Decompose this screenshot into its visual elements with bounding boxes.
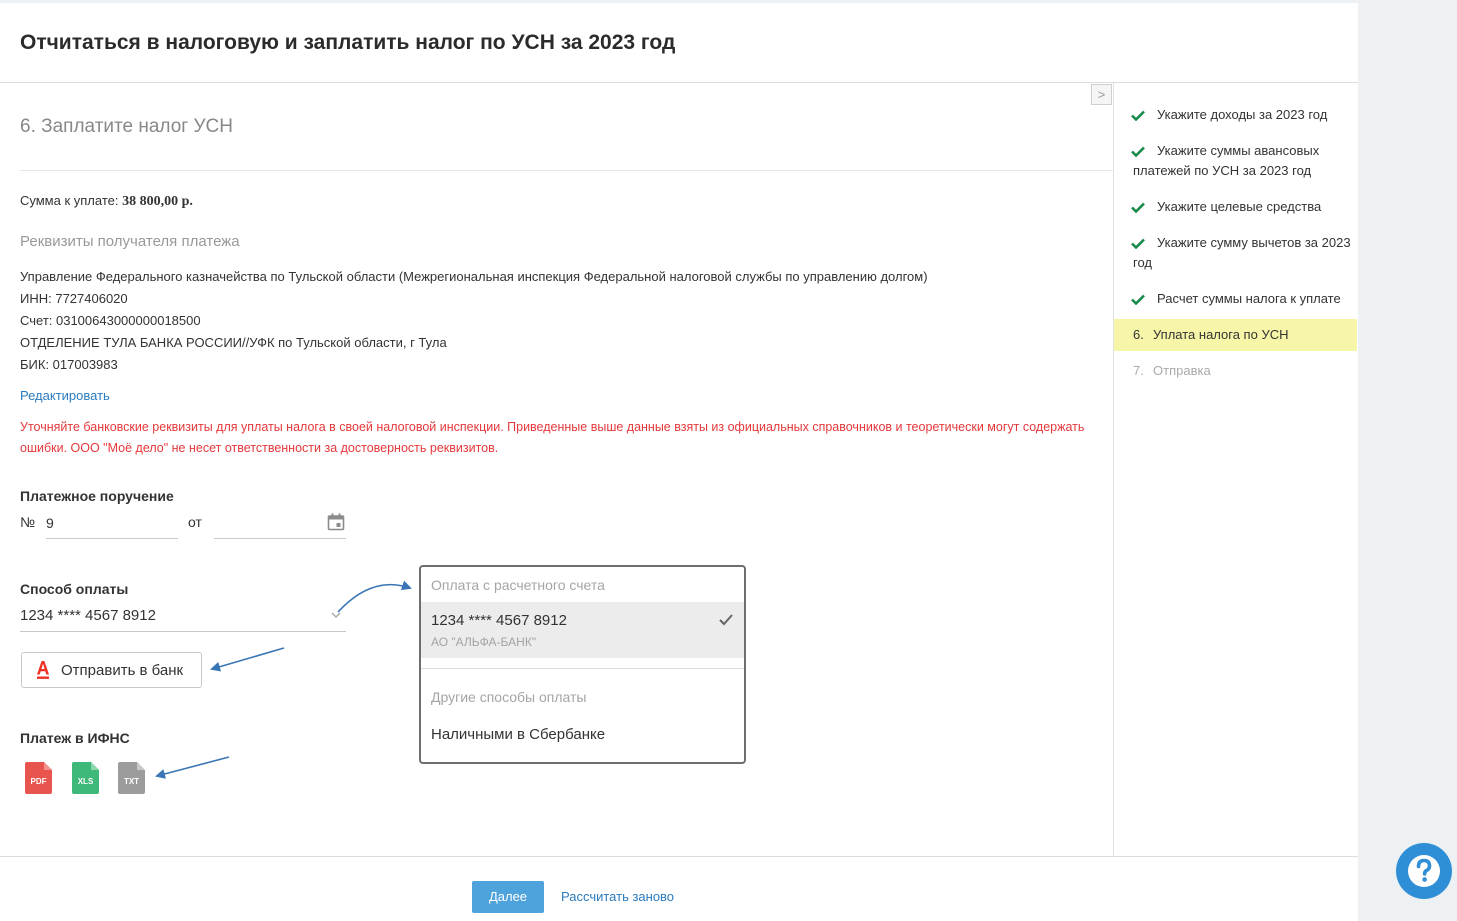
sidebar-step-number: 7.	[1133, 363, 1144, 378]
dropdown-option-cash-sberbank[interactable]: Наличными в Сбербанке	[431, 726, 605, 743]
check-icon	[1131, 238, 1145, 249]
sidebar-step-number: 6.	[1133, 327, 1144, 342]
dropdown-group-bank-account: Оплата с расчетного счета	[431, 577, 605, 593]
sidebar-step-deductions[interactable]: Укажите сумму вычетов за 2023 год	[1114, 233, 1357, 277]
sum-to-pay: Сумма к уплате: 38 800,00 р.	[20, 193, 193, 210]
payment-method-heading: Способ оплаты	[20, 581, 129, 597]
payment-order-heading: Платежное поручение	[20, 488, 174, 504]
sidebar-step-income[interactable]: Укажите доходы за 2023 год	[1114, 105, 1357, 135]
calendar-icon[interactable]	[327, 513, 345, 531]
sidebar-step-tax-payment[interactable]: 6. Уплата налога по УСН	[1114, 319, 1357, 351]
dropdown-group-other: Другие способы оплаты	[431, 689, 587, 705]
txt-file-icon[interactable]: TXT	[118, 762, 145, 794]
check-icon	[1131, 202, 1145, 213]
sum-value: 38 800,00 р.	[122, 194, 193, 209]
sidebar-step-label: Укажите доходы за 2023 год	[1157, 107, 1328, 122]
sidebar-step-label: Укажите целевые средства	[1157, 199, 1322, 214]
recipient-bik: БИК: 017003983	[20, 357, 118, 372]
top-strip	[0, 0, 1358, 3]
step-divider	[20, 170, 1113, 171]
pdf-label: PDF	[31, 777, 47, 786]
xls-file-icon[interactable]: XLS	[72, 762, 99, 794]
account-number: 1234 **** 4567 8912	[431, 612, 567, 629]
date-from-label: от	[188, 514, 202, 530]
arrow-to-bank-button	[210, 647, 285, 672]
dropdown-option-account[interactable]: 1234 **** 4567 8912 АО "АЛЬФА-БАНК"	[421, 602, 744, 658]
tax-report-modal: Отчитаться в налоговую и заплатить налог…	[0, 0, 1358, 921]
sidebar-step-label: Отправка	[1153, 363, 1211, 378]
sidebar-step-target-funds[interactable]: Укажите целевые средства	[1114, 197, 1357, 227]
pdf-file-icon[interactable]: PDF	[25, 762, 52, 794]
bank-name: АО "АЛЬФА-БАНК"	[431, 635, 537, 649]
next-button[interactable]: Далее	[472, 881, 544, 913]
question-icon	[1408, 855, 1440, 887]
sidebar-step-advance-payments[interactable]: Укажите суммы авансовых платежей по УСН …	[1114, 141, 1357, 185]
requisites-warning: Уточняйте банковские реквизиты для уплат…	[20, 420, 1085, 455]
sidebar-step-label: Расчет суммы налога к уплате	[1157, 291, 1341, 306]
modal-title: Отчитаться в налоговую и заплатить налог…	[20, 31, 676, 54]
payment-method-value: 1234 **** 4567 8912	[20, 607, 156, 624]
requisites-heading: Реквизиты получателя платежа	[20, 233, 240, 250]
send-to-bank-button[interactable]: Отправить в банк	[21, 652, 202, 688]
recipient-account: Счет: 03100643000000018500	[20, 313, 201, 328]
txt-label: TXT	[124, 777, 139, 786]
sidebar-step-label: Уплата налога по УСН	[1153, 327, 1289, 342]
edit-requisites-link[interactable]: Редактировать	[20, 388, 110, 403]
recalculate-link[interactable]: Рассчитать заново	[561, 889, 674, 904]
checkmark-icon	[719, 614, 733, 626]
ifns-payment-heading: Платеж в ИФНС	[20, 730, 130, 746]
annotation-arrows	[155, 580, 412, 779]
payment-order-number-input[interactable]	[46, 508, 178, 539]
check-icon	[1131, 110, 1145, 121]
recipient-name: Управление Федерального казначейства по …	[20, 269, 928, 284]
arrow-to-dropdown	[337, 580, 412, 613]
check-icon	[1131, 294, 1145, 305]
xls-label: XLS	[78, 777, 94, 786]
check-icon	[1131, 146, 1145, 157]
chevron-down-icon	[331, 612, 341, 619]
header-divider	[0, 82, 1358, 83]
payment-method-dropdown: Оплата с расчетного счета 1234 **** 4567…	[419, 565, 746, 764]
send-to-bank-label: Отправить в банк	[61, 662, 184, 679]
recipient-bank: ОТДЕЛЕНИЕ ТУЛА БАНКА РОССИИ//УФК по Туль…	[20, 335, 447, 350]
arrow-to-file-icons	[155, 756, 230, 779]
chevron-right-icon: >	[1097, 87, 1106, 102]
sidebar-step-sending: 7. Отправка	[1114, 355, 1357, 387]
sidebar-step-label: Укажите суммы авансовых платежей по УСН …	[1133, 143, 1320, 178]
help-button[interactable]	[1396, 843, 1452, 899]
recipient-inn: ИНН: 7727406020	[20, 291, 128, 306]
number-sign: №	[20, 514, 36, 530]
sidebar-step-tax-calculation[interactable]: Расчет суммы налога к уплате	[1114, 289, 1357, 319]
collapse-sidebar-button[interactable]: >	[1091, 84, 1112, 105]
payment-method-select[interactable]: 1234 **** 4567 8912	[20, 600, 346, 632]
footer-divider	[0, 856, 1358, 857]
alfa-bank-logo-icon	[37, 661, 49, 679]
dropdown-separator	[421, 668, 744, 669]
sum-label: Сумма к уплате:	[20, 193, 123, 208]
sidebar-step-label: Укажите сумму вычетов за 2023 год	[1133, 235, 1351, 270]
step-title: 6. Заплатите налог УСН	[20, 116, 233, 137]
